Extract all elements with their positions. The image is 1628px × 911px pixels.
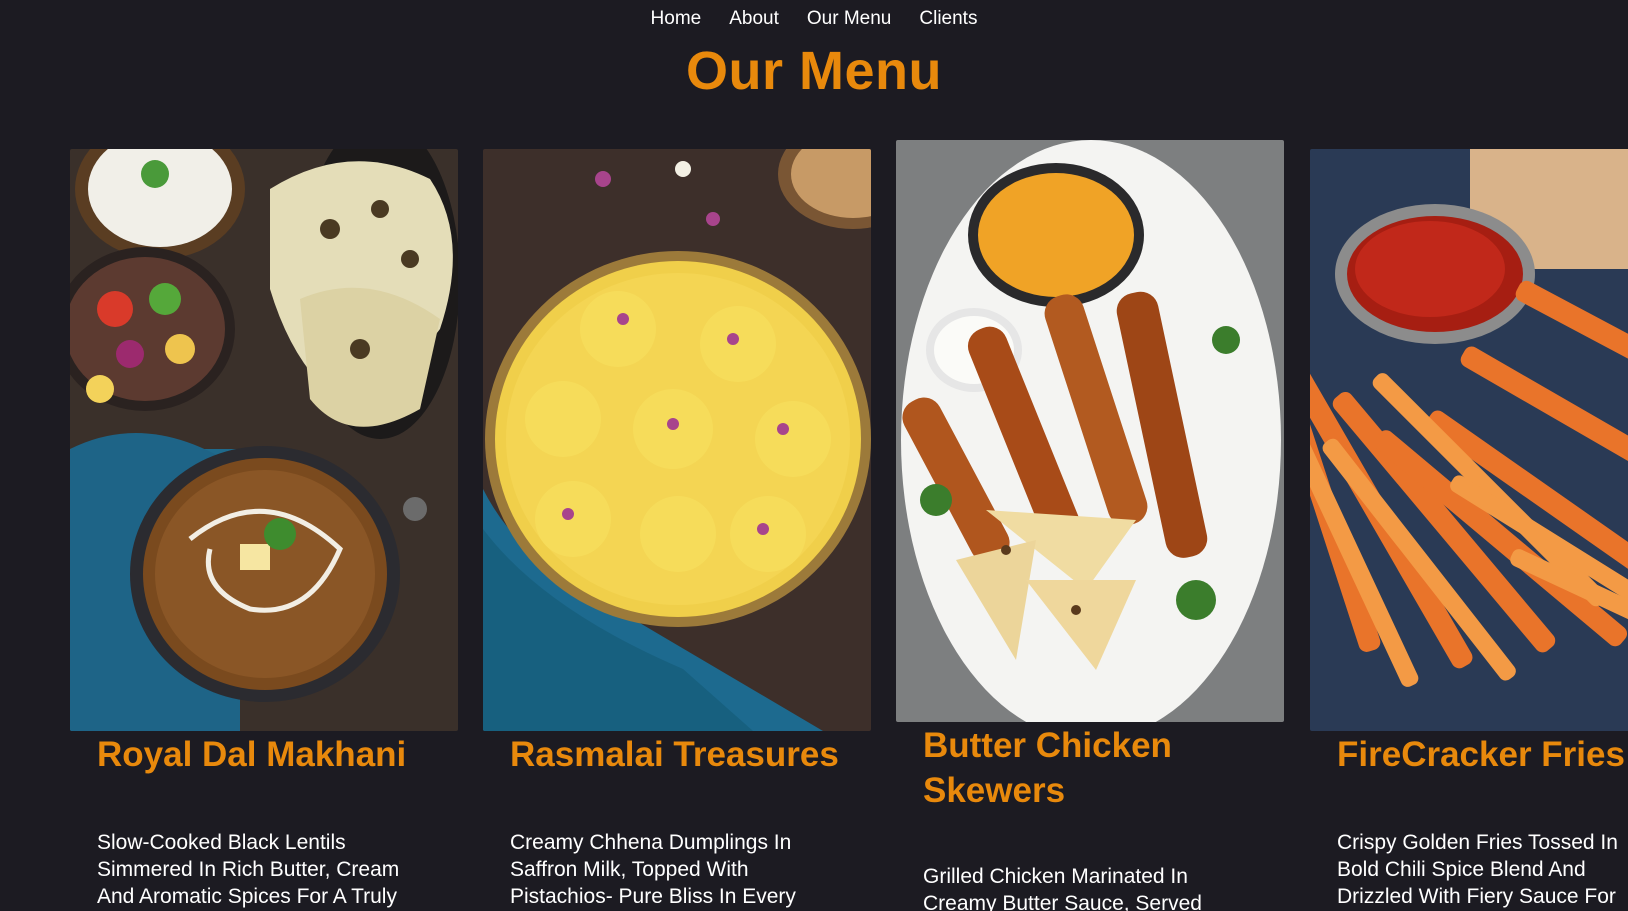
menu-item-description: Slow-Cooked Black Lentils Simmered In Ri… [97,831,400,908]
menu-card[interactable]: Butter Chicken Skewers Grilled Chicken M… [896,140,1284,911]
dal-makhani-photo [70,149,458,731]
menu-item-title: FireCracker Fries [1337,735,1625,774]
menu-card[interactable]: FireCracker Fries Crispy Golden Fries To… [1310,149,1628,911]
menu-card[interactable]: Rasmalai Treasures Creamy Chhena Dumplin… [483,149,871,911]
fries-photo [1310,149,1628,731]
menu-item-title: Rasmalai Treasures [510,735,839,774]
menu-item-description: Creamy Chhena Dumplings In Saffron Milk,… [510,831,796,908]
menu-cards: Royal Dal Makhani Slow-Cooked Black Lent… [0,0,1628,911]
rasmalai-photo [483,149,871,731]
menu-item-description: Grilled Chicken Marinated In Creamy Butt… [923,865,1202,911]
menu-item-title: Butter Chicken Skewers [923,726,1172,810]
menu-item-description: Crispy Golden Fries Tossed In Bold Chili… [1337,831,1618,908]
menu-card[interactable]: Royal Dal Makhani Slow-Cooked Black Lent… [70,149,458,911]
chicken-skewers-photo [896,140,1284,722]
menu-item-title: Royal Dal Makhani [97,735,407,774]
